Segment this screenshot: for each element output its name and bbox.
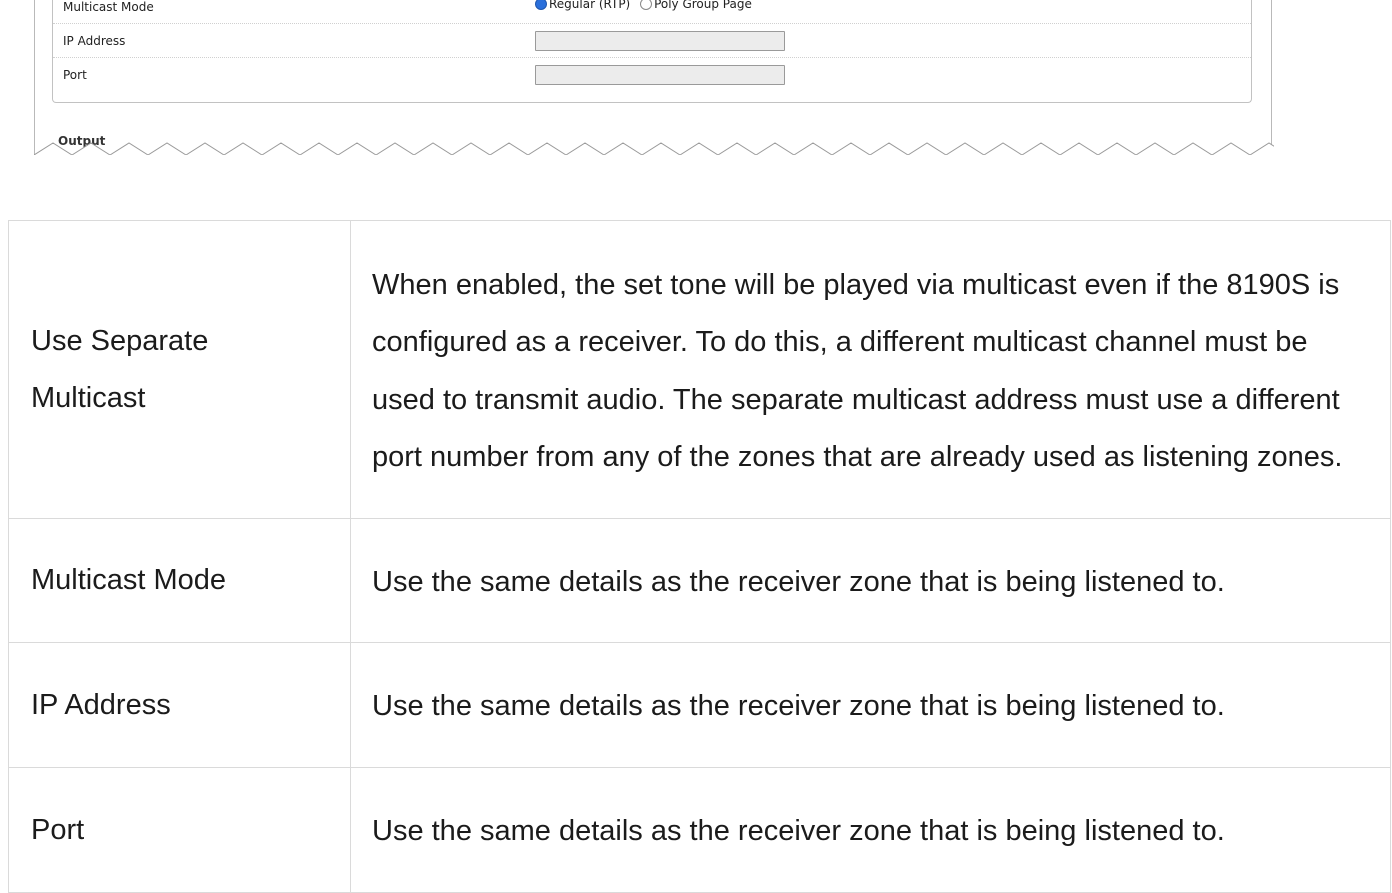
description-cell: Use the same details as the receiver zon…: [350, 518, 1391, 643]
port-input[interactable]: [535, 65, 785, 85]
port-label: Port: [63, 68, 87, 82]
multicast-mode-radios: Regular (RTP) Poly Group Page: [535, 0, 758, 11]
ip-address-input[interactable]: [535, 31, 785, 51]
radio-regular-rtp-label: Regular (RTP): [549, 0, 631, 11]
description-cell: Use the same details as the receiver zon…: [350, 767, 1391, 893]
description-cell: When enabled, the set tone will be playe…: [350, 220, 1391, 519]
multicast-mode-label: Multicast Mode: [63, 0, 154, 14]
radio-regular-rtp[interactable]: [535, 0, 547, 10]
table-row: Use Separate Multicast When enabled, the…: [8, 220, 1391, 519]
settings-description-table: Use Separate Multicast When enabled, the…: [8, 220, 1391, 893]
term-cell: Use Separate Multicast: [8, 220, 351, 519]
term-cell: IP Address: [8, 642, 351, 768]
description-cell: Use the same details as the receiver zon…: [350, 642, 1391, 768]
settings-panel: Multicast Mode Regular (RTP) Poly Group …: [52, 0, 1252, 103]
torn-edge: [34, 142, 1274, 155]
table-row: IP Address Use the same details as the r…: [8, 642, 1391, 768]
radio-poly-group-page-label: Poly Group Page: [654, 0, 752, 11]
table-row: Multicast Mode Use the same details as t…: [8, 518, 1391, 643]
multicast-mode-row: Multicast Mode Regular (RTP) Poly Group …: [53, 0, 1251, 24]
ip-address-row: IP Address: [53, 24, 1251, 58]
ip-address-label: IP Address: [63, 34, 126, 48]
term-cell: Port: [8, 767, 351, 893]
term-cell: Multicast Mode: [8, 518, 351, 643]
settings-screenshot: Multicast Mode Regular (RTP) Poly Group …: [34, 0, 1274, 155]
port-row: Port: [53, 58, 1251, 92]
table-row: Port Use the same details as the receive…: [8, 767, 1391, 893]
radio-poly-group-page[interactable]: [640, 0, 653, 10]
